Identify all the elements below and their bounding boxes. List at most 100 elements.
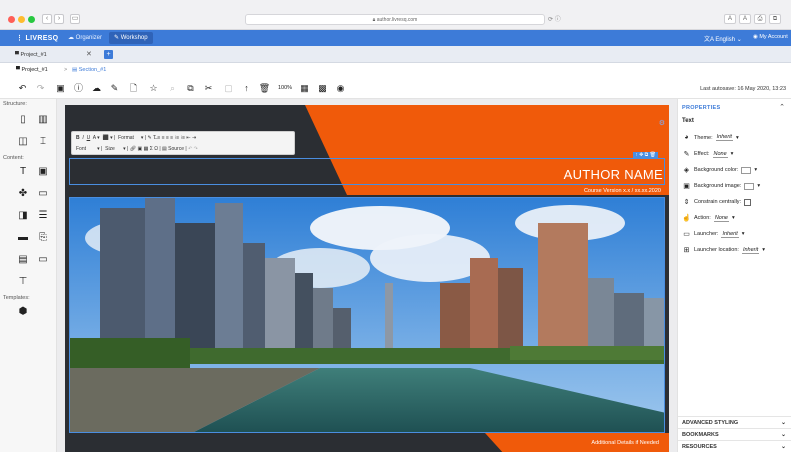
redo-icon[interactable]: ↷ [34, 82, 47, 95]
cut-icon[interactable]: ✂ [202, 82, 215, 95]
section-block-icon[interactable]: ▯ [16, 113, 30, 127]
project-tabs: ▀ Project_#1 ✕ + [0, 46, 791, 63]
gallery-icon[interactable]: ◨ [16, 209, 30, 223]
align-icons[interactable]: ✎ T̶ ≡ ≡ ≡ ≡ ⁝≡ ⁝≡ ⇤ ⇥ [147, 135, 196, 141]
city-river-photo [70, 198, 664, 432]
page-icon[interactable]: 🗋 [127, 82, 140, 95]
text-icon[interactable]: T [16, 165, 30, 179]
insert-icons[interactable]: 🔗︎ ▣ ▦ Σ Ω [130, 146, 158, 152]
minimize-window-button[interactable] [18, 16, 25, 23]
app-header: ⋮ LIVRESQ ☁ Organizer ✎ Workshop 文A Engl… [0, 30, 791, 46]
theme-select[interactable]: Inherit [715, 134, 733, 141]
tabs-icon[interactable]: ⧉ [769, 14, 781, 24]
reload-icon[interactable]: ⟳ ⓘ [548, 14, 561, 23]
undo-redo-icons[interactable]: ↶ ↷ [188, 146, 198, 152]
sidebar-toggle-icon[interactable]: ▭ [70, 14, 80, 24]
advanced-styling-section[interactable]: ADVANCED STYLING ⌄ [678, 416, 791, 428]
source-button[interactable]: ▤ Source [162, 146, 184, 152]
list-icon[interactable]: ☰ [36, 209, 50, 223]
collapse-icon[interactable]: ⌃ [779, 103, 785, 111]
url-text: author.livresq.com [376, 17, 418, 23]
box-controls[interactable]: ↑ ✥ ⧉ 🗑︎ [633, 152, 658, 159]
text-color-button[interactable]: A ▾ [93, 135, 100, 141]
underline-button[interactable]: U [87, 135, 91, 141]
breadcrumb-section[interactable]: ▤ Section_#1 [72, 67, 106, 73]
launcher-location-select[interactable]: Inherit [741, 247, 760, 254]
account-menu[interactable]: ◉ My Account [753, 34, 788, 40]
grid-icon[interactable]: ▦ [298, 82, 311, 95]
cloud-icon[interactable]: ☁ [90, 82, 103, 95]
browser-chrome: ‹ › ▭ 🔒︎ author.livresq.com ⟳ ⓘ A A ⎙ ⧉ [0, 0, 791, 30]
background-color-button[interactable]: ⬛ ▾ [102, 135, 112, 141]
location-icon: ⊞ [683, 247, 690, 254]
address-bar[interactable]: 🔒︎ author.livresq.com [245, 14, 545, 25]
resources-section[interactable]: RESOURCES ⌄ [678, 440, 791, 452]
move-up-icon[interactable]: ↑ [240, 82, 253, 95]
undo-icon[interactable]: ↶ [16, 82, 29, 95]
layout-block-icon[interactable]: ◫ [16, 135, 30, 149]
format-select[interactable]: Format [118, 135, 134, 141]
box-icon[interactable]: ▬ [16, 231, 30, 245]
copy-icon[interactable]: ⧉ [184, 82, 197, 95]
image-icon[interactable]: ▣ [36, 165, 50, 179]
widget-icon[interactable]: ✤ [16, 187, 30, 201]
italic-button[interactable]: I [82, 135, 83, 141]
cover-image[interactable] [69, 197, 665, 433]
close-tab-icon[interactable]: ✕ [86, 49, 92, 61]
launcher-select[interactable]: Inherit [721, 231, 739, 238]
maximize-window-button[interactable] [28, 16, 35, 23]
properties-panel: PROPERTIES ⌃ Text ◕ Theme: Inherit ▾ ✎ Ef… [677, 99, 791, 452]
constrain-checkbox[interactable] [744, 198, 752, 206]
preview-icon[interactable]: ▣ [54, 82, 67, 95]
add-tab-button[interactable]: + [104, 50, 113, 59]
prop-launcher: ▭ Launcher: Inherit ▾ [683, 230, 745, 239]
back-icon[interactable]: ‹ [42, 14, 52, 24]
close-window-button[interactable] [8, 16, 15, 23]
bookmarks-section[interactable]: BOOKMARKS ⌄ [678, 428, 791, 440]
prop-background-image: ▣ Background image: ▾ [683, 182, 761, 190]
window-icon[interactable]: ▭ [36, 253, 50, 267]
columns-block-icon[interactable]: ▥ [36, 113, 50, 127]
nav-workshop[interactable]: ✎ Workshop [109, 32, 153, 44]
qr-icon[interactable]: ▩ [316, 82, 329, 95]
image-icon: ▣ [683, 183, 690, 190]
search-icon[interactable]: ⌕ [166, 82, 179, 95]
bold-button[interactable]: B [76, 135, 80, 141]
delete-icon[interactable]: 🗑︎ [258, 82, 271, 95]
pen-icon[interactable]: ✎ [108, 82, 121, 95]
font-select[interactable]: Font [76, 146, 86, 152]
nav-organizer[interactable]: ☁ Organizer [68, 34, 102, 41]
effect-select[interactable]: None [712, 151, 728, 158]
table-icon[interactable]: ⊤ [16, 275, 30, 289]
additional-details[interactable]: Additional Details if Needed [591, 440, 659, 446]
author-name[interactable]: AUTHOR NAME [564, 167, 663, 182]
app-logo[interactable]: ⋮ LIVRESQ [16, 34, 58, 42]
background-image-swatch[interactable] [744, 182, 755, 190]
settings-icon[interactable]: ⚙ [659, 119, 665, 127]
video-icon[interactable]: ▭ [36, 187, 50, 201]
forward-icon[interactable]: › [54, 14, 64, 24]
share-icon[interactable]: ⎙ [754, 14, 766, 24]
course-version[interactable]: Course Version x.x / xx.xx.2020 [584, 188, 661, 194]
star-icon[interactable]: ☆ [147, 82, 160, 95]
center-icon: ⇕ [683, 199, 690, 206]
text-smaller-button[interactable]: A [724, 14, 736, 24]
zoom-level[interactable]: 100% [276, 82, 294, 95]
attachment-icon[interactable]: ⎘ [36, 231, 50, 245]
language-selector[interactable]: 文A English ⌄ [704, 34, 742, 43]
action-select[interactable]: None [713, 215, 729, 222]
slide[interactable]: ⚙ B I U A ▾ ⬛ ▾ | Format ▾ | ✎ T̶ ≡ ≡ ≡ … [65, 105, 669, 452]
template-cube-icon[interactable]: ⬢ [16, 305, 30, 319]
elements-sidebar: Structure: ▯ ▥ ◫ ⌶ Content: T ▣ ✤ ▭ ◨ ☰ … [0, 99, 57, 452]
eye-icon[interactable]: ◉ [334, 82, 347, 95]
info-icon[interactable]: ⓘ [72, 82, 85, 95]
paste-icon[interactable]: ▢ [222, 82, 235, 95]
breadcrumb-project[interactable]: ▀ Project_#1 [16, 67, 48, 73]
document-icon[interactable]: ▤ [16, 253, 30, 267]
size-select[interactable]: Size [105, 146, 115, 152]
divider-block-icon[interactable]: ⌶ [36, 135, 50, 149]
text-larger-button[interactable]: A [739, 14, 751, 24]
hand-icon: ☝ [682, 215, 691, 222]
background-color-swatch[interactable] [741, 166, 752, 174]
format-chevron-icon[interactable]: ▾ [141, 135, 144, 141]
